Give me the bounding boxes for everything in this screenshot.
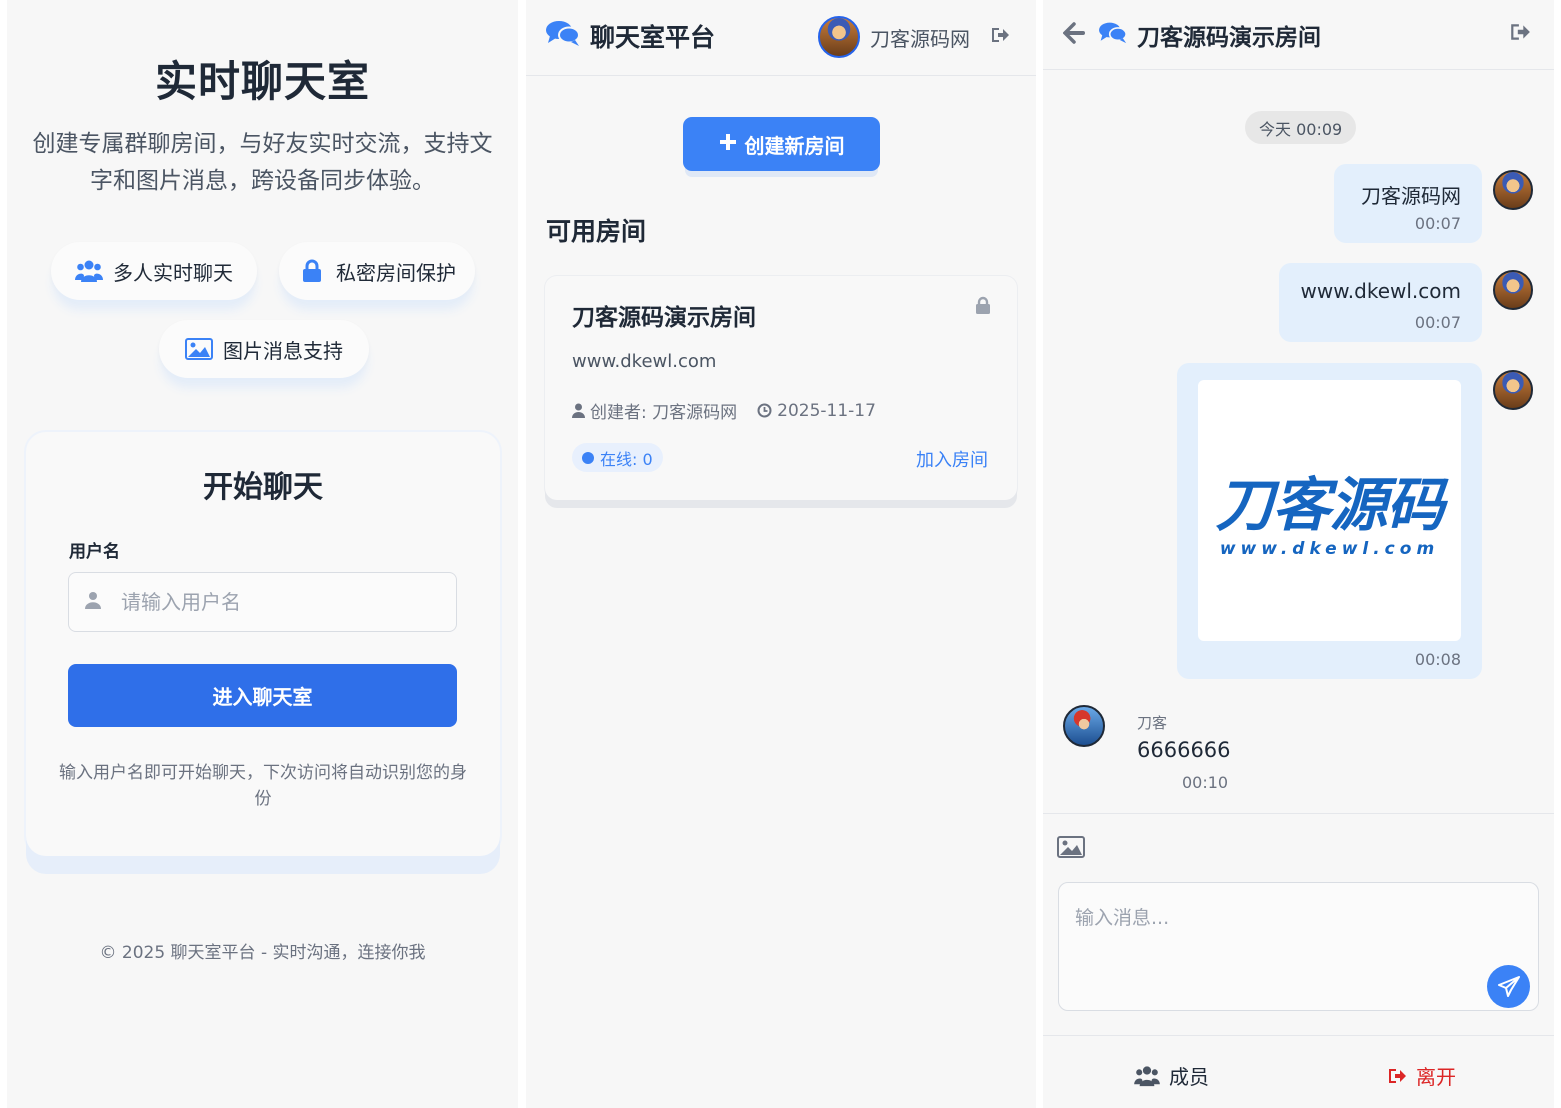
leave-icon bbox=[1389, 1068, 1406, 1083]
lobby-header: 聊天室平台 刀客源码网 bbox=[526, 0, 1036, 76]
enter-chat-button[interactable]: 进入聊天室 bbox=[68, 664, 457, 727]
message-box[interactable] bbox=[1058, 882, 1539, 1011]
message-image[interactable]: 刀客源码 www.dkewl.com bbox=[1198, 380, 1461, 641]
exit-icon[interactable] bbox=[1509, 22, 1531, 46]
creator-text: 创建者: 刀客源码网 bbox=[590, 403, 738, 423]
login-title: 实时聊天室 bbox=[154, 57, 370, 106]
room-description: www.dkewl.com bbox=[572, 351, 717, 372]
lock-icon bbox=[298, 257, 326, 285]
login-hint: 输入用户名即可开始聊天，下次访问将自动识别您的身份 bbox=[59, 763, 467, 809]
avatar bbox=[1493, 370, 1533, 410]
user-area: 刀客源码网 bbox=[818, 16, 1010, 58]
message-time: 00:10 bbox=[1182, 773, 1229, 792]
avatar bbox=[1493, 170, 1533, 210]
section-title: 可用房间 bbox=[546, 217, 647, 246]
message-time: 00:08 bbox=[1414, 650, 1461, 669]
sender-name: 刀客 bbox=[1137, 714, 1168, 732]
leave-button[interactable]: 离开 bbox=[1387, 1061, 1456, 1090]
image-message-bubble: 刀客源码 www.dkewl.com 00:08 bbox=[1177, 363, 1482, 679]
date-text: 2025-11-17 bbox=[777, 400, 876, 421]
plus-icon bbox=[719, 132, 737, 156]
message-bubble: www.dkewl.com 00:07 bbox=[1279, 263, 1482, 342]
lobby-panel: 聊天室平台 刀客源码网 创建新房间 可用房间 刀客源码演示房间 www.dkew… bbox=[526, 0, 1036, 1108]
message-time: 00:07 bbox=[1414, 214, 1461, 233]
user-icon bbox=[85, 590, 101, 614]
chat-panel: 刀客源码演示房间 今天 00:09 刀客源码网 00:07 www.dkewl.… bbox=[1043, 0, 1554, 1108]
comments-icon bbox=[1099, 21, 1127, 50]
message-text: 6666666 bbox=[1137, 738, 1231, 762]
send-button[interactable] bbox=[1487, 965, 1530, 1008]
brand: 聊天室平台 bbox=[546, 18, 715, 54]
room-date: 2025-11-17 bbox=[757, 401, 876, 421]
message-text: www.dkewl.com bbox=[1300, 279, 1461, 303]
image-logo-text: 刀客源码 bbox=[1215, 470, 1444, 539]
feature-multi-chat: 多人实时聊天 bbox=[51, 242, 257, 300]
username-label: 用户名 bbox=[69, 542, 120, 562]
date-divider: 今天 00:09 bbox=[1245, 111, 1357, 144]
username-input[interactable] bbox=[121, 590, 421, 614]
room-creator: 创建者: 刀客源码网 bbox=[572, 398, 737, 423]
avatar bbox=[1493, 270, 1533, 310]
members-label: 成员 bbox=[1169, 1065, 1209, 1089]
feature-label: 私密房间保护 bbox=[336, 260, 456, 285]
feature-private-room: 私密房间保护 bbox=[279, 242, 475, 300]
feature-label: 图片消息支持 bbox=[223, 338, 343, 363]
message-input[interactable] bbox=[1075, 903, 1475, 963]
chat-bottom-bar: 成员 离开 bbox=[1043, 1035, 1554, 1108]
card-title: 开始聊天 bbox=[203, 470, 323, 505]
message-bubble: 刀客源码网 00:07 bbox=[1334, 164, 1482, 243]
footer: © 2025 聊天室平台 - 实时沟通，连接你我 bbox=[99, 943, 426, 963]
create-room-button[interactable]: 创建新房间 bbox=[683, 117, 880, 171]
members-button[interactable]: 成员 bbox=[1134, 1061, 1209, 1090]
username-field[interactable] bbox=[68, 572, 457, 632]
user-icon bbox=[572, 403, 585, 418]
avatar[interactable] bbox=[818, 16, 860, 58]
feature-image-message: 图片消息支持 bbox=[159, 320, 369, 378]
create-room-label: 创建新房间 bbox=[744, 133, 845, 158]
clock-icon bbox=[757, 403, 772, 418]
leave-label: 离开 bbox=[1416, 1065, 1456, 1089]
paper-plane-icon bbox=[1497, 975, 1520, 997]
online-dot bbox=[582, 451, 594, 464]
chat-header: 刀客源码演示房间 bbox=[1043, 0, 1554, 70]
message-time: 00:07 bbox=[1414, 313, 1461, 332]
room-title-text: 刀客源码演示房间 bbox=[1137, 25, 1321, 51]
feature-label: 多人实时聊天 bbox=[113, 260, 233, 285]
chat-room-title: 刀客源码演示房间 bbox=[1099, 18, 1321, 52]
image-logo-url: www.dkewl.com bbox=[1219, 538, 1440, 559]
users-icon bbox=[75, 257, 103, 285]
room-name: 刀客源码演示房间 bbox=[572, 305, 756, 331]
room-card[interactable]: 刀客源码演示房间 www.dkewl.com 创建者: 刀客源码网 2025-1… bbox=[545, 276, 1017, 500]
login-subtitle: 创建专属群聊房间，与好友实时交流，支持文字和图片消息，跨设备同步体验。 bbox=[32, 131, 493, 194]
brand-name: 聊天室平台 bbox=[590, 23, 716, 52]
comments-icon bbox=[546, 19, 580, 53]
login-card: 开始聊天 用户名 进入聊天室 输入用户名即可开始聊天，下次访问将自动识别您的身份 bbox=[26, 432, 500, 856]
message-text: 刀客源码网 bbox=[1361, 184, 1461, 208]
online-badge: 在线: 0 bbox=[572, 443, 663, 472]
back-arrow-icon[interactable] bbox=[1062, 22, 1087, 48]
join-room-link[interactable]: 加入房间 bbox=[916, 446, 988, 472]
avatar bbox=[1063, 705, 1105, 747]
image-icon bbox=[185, 335, 213, 363]
lock-icon bbox=[975, 296, 991, 319]
online-count: 在线: 0 bbox=[600, 449, 653, 469]
logout-icon[interactable] bbox=[990, 25, 1010, 49]
current-username: 刀客源码网 bbox=[870, 26, 970, 51]
login-panel: 实时聊天室 创建专属群聊房间，与好友实时交流，支持文字和图片消息，跨设备同步体验… bbox=[7, 0, 518, 1108]
room-meta: 创建者: 刀客源码网 2025-11-17 bbox=[572, 398, 876, 423]
composer bbox=[1043, 813, 1554, 1035]
users-icon bbox=[1134, 1065, 1160, 1086]
image-upload-icon[interactable] bbox=[1057, 836, 1085, 862]
